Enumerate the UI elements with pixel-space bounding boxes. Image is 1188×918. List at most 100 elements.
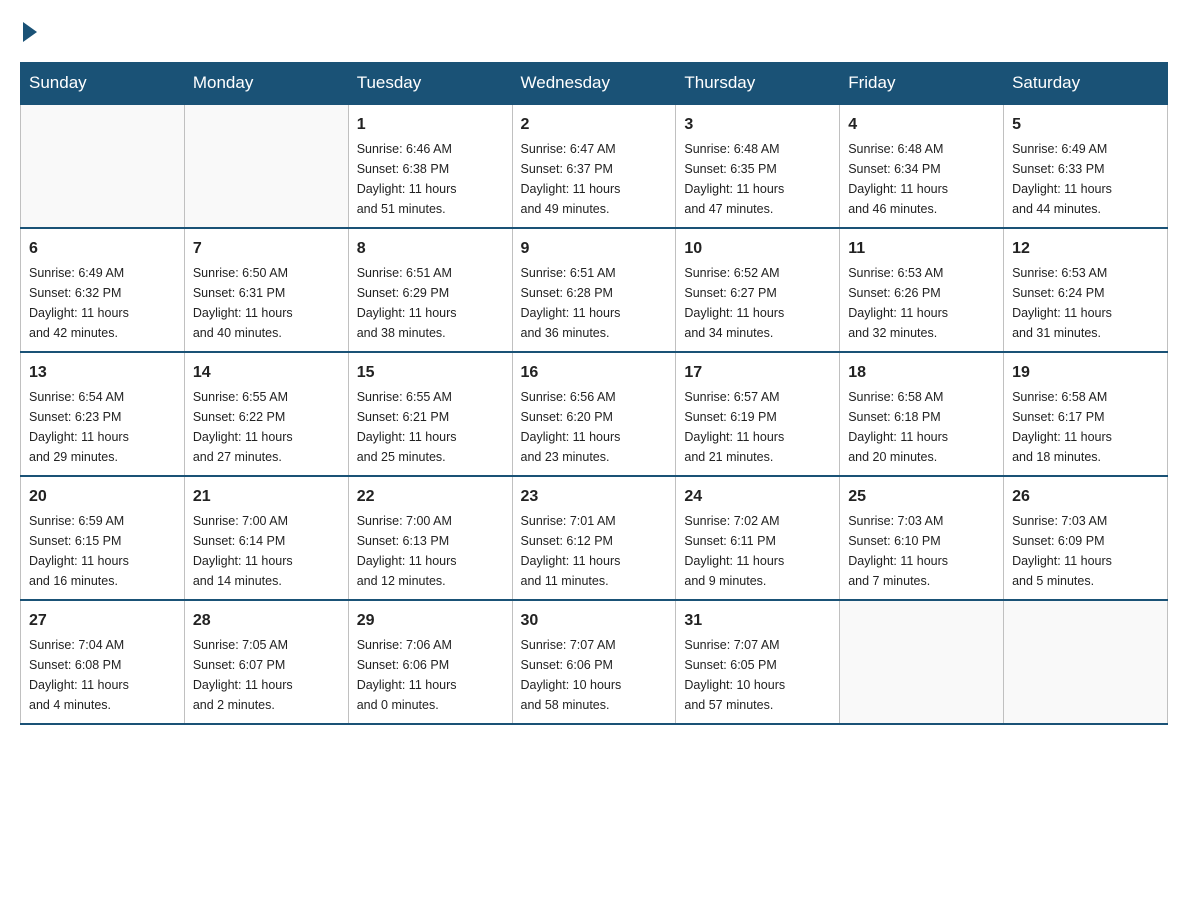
day-number: 2 [521,113,668,137]
day-number: 24 [684,485,831,509]
day-number: 14 [193,361,340,385]
calendar-table: SundayMondayTuesdayWednesdayThursdayFrid… [20,62,1168,725]
calendar-cell: 24Sunrise: 7:02 AM Sunset: 6:11 PM Dayli… [676,476,840,600]
calendar-cell: 11Sunrise: 6:53 AM Sunset: 6:26 PM Dayli… [840,228,1004,352]
calendar-cell: 15Sunrise: 6:55 AM Sunset: 6:21 PM Dayli… [348,352,512,476]
day-info: Sunrise: 6:51 AM Sunset: 6:28 PM Dayligh… [521,263,668,343]
calendar-cell: 20Sunrise: 6:59 AM Sunset: 6:15 PM Dayli… [21,476,185,600]
calendar-cell: 16Sunrise: 6:56 AM Sunset: 6:20 PM Dayli… [512,352,676,476]
calendar-cell: 21Sunrise: 7:00 AM Sunset: 6:14 PM Dayli… [184,476,348,600]
calendar-week-row: 6Sunrise: 6:49 AM Sunset: 6:32 PM Daylig… [21,228,1168,352]
day-number: 11 [848,237,995,261]
calendar-cell: 8Sunrise: 6:51 AM Sunset: 6:29 PM Daylig… [348,228,512,352]
day-info: Sunrise: 6:55 AM Sunset: 6:21 PM Dayligh… [357,387,504,467]
day-number: 17 [684,361,831,385]
calendar-cell: 4Sunrise: 6:48 AM Sunset: 6:34 PM Daylig… [840,104,1004,228]
calendar-cell: 17Sunrise: 6:57 AM Sunset: 6:19 PM Dayli… [676,352,840,476]
day-info: Sunrise: 6:55 AM Sunset: 6:22 PM Dayligh… [193,387,340,467]
calendar-cell [1004,600,1168,724]
day-number: 29 [357,609,504,633]
day-info: Sunrise: 6:48 AM Sunset: 6:34 PM Dayligh… [848,139,995,219]
day-number: 1 [357,113,504,137]
calendar-cell: 27Sunrise: 7:04 AM Sunset: 6:08 PM Dayli… [21,600,185,724]
day-number: 19 [1012,361,1159,385]
day-info: Sunrise: 6:47 AM Sunset: 6:37 PM Dayligh… [521,139,668,219]
day-info: Sunrise: 7:05 AM Sunset: 6:07 PM Dayligh… [193,635,340,715]
day-number: 10 [684,237,831,261]
calendar-cell: 25Sunrise: 7:03 AM Sunset: 6:10 PM Dayli… [840,476,1004,600]
day-info: Sunrise: 6:53 AM Sunset: 6:26 PM Dayligh… [848,263,995,343]
day-number: 31 [684,609,831,633]
day-info: Sunrise: 6:50 AM Sunset: 6:31 PM Dayligh… [193,263,340,343]
day-number: 21 [193,485,340,509]
day-number: 25 [848,485,995,509]
page-header [20,20,1168,42]
day-number: 26 [1012,485,1159,509]
calendar-header-tuesday: Tuesday [348,63,512,105]
day-number: 13 [29,361,176,385]
calendar-cell: 23Sunrise: 7:01 AM Sunset: 6:12 PM Dayli… [512,476,676,600]
day-number: 9 [521,237,668,261]
calendar-cell: 10Sunrise: 6:52 AM Sunset: 6:27 PM Dayli… [676,228,840,352]
calendar-cell: 18Sunrise: 6:58 AM Sunset: 6:18 PM Dayli… [840,352,1004,476]
day-number: 23 [521,485,668,509]
calendar-week-row: 20Sunrise: 6:59 AM Sunset: 6:15 PM Dayli… [21,476,1168,600]
day-info: Sunrise: 7:03 AM Sunset: 6:10 PM Dayligh… [848,511,995,591]
calendar-cell [184,104,348,228]
calendar-cell: 1Sunrise: 6:46 AM Sunset: 6:38 PM Daylig… [348,104,512,228]
day-number: 7 [193,237,340,261]
day-number: 16 [521,361,668,385]
day-info: Sunrise: 6:53 AM Sunset: 6:24 PM Dayligh… [1012,263,1159,343]
day-info: Sunrise: 7:03 AM Sunset: 6:09 PM Dayligh… [1012,511,1159,591]
day-info: Sunrise: 6:52 AM Sunset: 6:27 PM Dayligh… [684,263,831,343]
day-number: 5 [1012,113,1159,137]
calendar-header-wednesday: Wednesday [512,63,676,105]
day-info: Sunrise: 6:59 AM Sunset: 6:15 PM Dayligh… [29,511,176,591]
calendar-cell [21,104,185,228]
day-info: Sunrise: 7:06 AM Sunset: 6:06 PM Dayligh… [357,635,504,715]
calendar-cell [840,600,1004,724]
calendar-cell: 7Sunrise: 6:50 AM Sunset: 6:31 PM Daylig… [184,228,348,352]
day-info: Sunrise: 6:51 AM Sunset: 6:29 PM Dayligh… [357,263,504,343]
logo-arrow-icon [23,22,37,42]
calendar-cell: 29Sunrise: 7:06 AM Sunset: 6:06 PM Dayli… [348,600,512,724]
day-info: Sunrise: 7:02 AM Sunset: 6:11 PM Dayligh… [684,511,831,591]
day-info: Sunrise: 6:49 AM Sunset: 6:33 PM Dayligh… [1012,139,1159,219]
day-info: Sunrise: 7:00 AM Sunset: 6:14 PM Dayligh… [193,511,340,591]
day-info: Sunrise: 7:00 AM Sunset: 6:13 PM Dayligh… [357,511,504,591]
calendar-header-thursday: Thursday [676,63,840,105]
calendar-header-saturday: Saturday [1004,63,1168,105]
calendar-cell: 13Sunrise: 6:54 AM Sunset: 6:23 PM Dayli… [21,352,185,476]
calendar-cell: 28Sunrise: 7:05 AM Sunset: 6:07 PM Dayli… [184,600,348,724]
day-number: 4 [848,113,995,137]
day-number: 27 [29,609,176,633]
day-number: 28 [193,609,340,633]
calendar-cell: 12Sunrise: 6:53 AM Sunset: 6:24 PM Dayli… [1004,228,1168,352]
day-number: 18 [848,361,995,385]
day-info: Sunrise: 6:46 AM Sunset: 6:38 PM Dayligh… [357,139,504,219]
day-info: Sunrise: 6:56 AM Sunset: 6:20 PM Dayligh… [521,387,668,467]
calendar-header-monday: Monday [184,63,348,105]
day-number: 3 [684,113,831,137]
day-number: 6 [29,237,176,261]
day-info: Sunrise: 6:54 AM Sunset: 6:23 PM Dayligh… [29,387,176,467]
calendar-cell: 14Sunrise: 6:55 AM Sunset: 6:22 PM Dayli… [184,352,348,476]
calendar-cell: 22Sunrise: 7:00 AM Sunset: 6:13 PM Dayli… [348,476,512,600]
calendar-header-row: SundayMondayTuesdayWednesdayThursdayFrid… [21,63,1168,105]
calendar-cell: 3Sunrise: 6:48 AM Sunset: 6:35 PM Daylig… [676,104,840,228]
day-info: Sunrise: 6:57 AM Sunset: 6:19 PM Dayligh… [684,387,831,467]
calendar-cell: 9Sunrise: 6:51 AM Sunset: 6:28 PM Daylig… [512,228,676,352]
day-info: Sunrise: 6:58 AM Sunset: 6:17 PM Dayligh… [1012,387,1159,467]
calendar-cell: 31Sunrise: 7:07 AM Sunset: 6:05 PM Dayli… [676,600,840,724]
day-info: Sunrise: 7:07 AM Sunset: 6:05 PM Dayligh… [684,635,831,715]
calendar-cell: 5Sunrise: 6:49 AM Sunset: 6:33 PM Daylig… [1004,104,1168,228]
logo [20,20,37,42]
day-info: Sunrise: 6:58 AM Sunset: 6:18 PM Dayligh… [848,387,995,467]
day-info: Sunrise: 7:04 AM Sunset: 6:08 PM Dayligh… [29,635,176,715]
day-info: Sunrise: 7:07 AM Sunset: 6:06 PM Dayligh… [521,635,668,715]
calendar-header-sunday: Sunday [21,63,185,105]
day-info: Sunrise: 7:01 AM Sunset: 6:12 PM Dayligh… [521,511,668,591]
calendar-week-row: 27Sunrise: 7:04 AM Sunset: 6:08 PM Dayli… [21,600,1168,724]
calendar-week-row: 13Sunrise: 6:54 AM Sunset: 6:23 PM Dayli… [21,352,1168,476]
day-number: 15 [357,361,504,385]
